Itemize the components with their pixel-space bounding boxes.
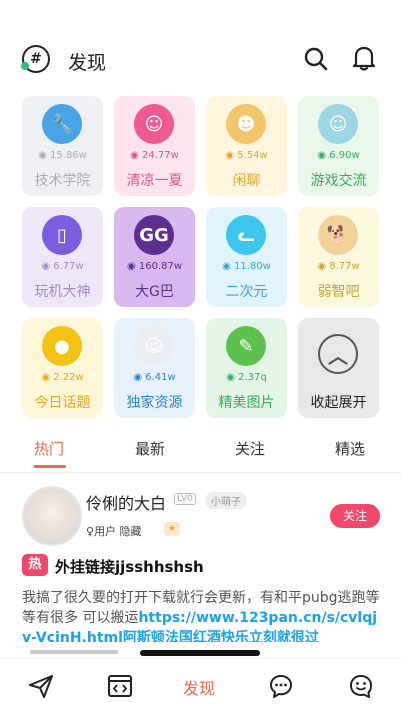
category-name: 独家资源 xyxy=(126,395,183,411)
cat-face-icon: ᓚ xyxy=(226,215,266,255)
wrench-icon: 🔧 xyxy=(42,104,82,144)
follow-button[interactable]: 关注 xyxy=(330,504,380,528)
smile-face-icon[interactable] xyxy=(348,673,374,699)
category-count: ◉ 11.80w xyxy=(222,261,271,272)
category-tile[interactable]: ᓚ ◉ 11.80w 二次元 xyxy=(206,207,287,307)
title-badge: 小萌子 xyxy=(205,492,247,509)
category-tile[interactable]: ✎ ◉ 2.37q 精美图片 xyxy=(206,318,287,418)
category-count: ◉ 8.77w xyxy=(317,261,360,272)
category-tile[interactable]: 🔧 ◉ 15.86w 技术学院 xyxy=(22,96,103,196)
search-icon[interactable] xyxy=(303,46,329,72)
category-name: 大G巴 xyxy=(135,284,174,300)
category-tile[interactable]: ▯ ◉ 6.77w 玩机大神 xyxy=(22,207,103,307)
tab-following[interactable]: 关注 xyxy=(235,438,265,459)
post-title[interactable]: 外挂链接jjsshhshsh xyxy=(55,556,204,577)
category-tile[interactable]: ☺ ◉ 6.41w 独家资源 xyxy=(114,318,195,418)
category-count: ◉ 24.77w xyxy=(130,150,179,161)
category-count: ◉ 2.37q xyxy=(226,372,267,383)
category-tile[interactable]: ☺ ◉ 6.90w 游戏交流 xyxy=(298,96,379,196)
person-topic-icon: ● xyxy=(42,326,82,366)
chat-character-icon: ☻ xyxy=(226,104,266,144)
category-count: ◉ 6.90w xyxy=(317,150,360,161)
category-tile[interactable]: ☻ ◉ 5.54w 闲聊 xyxy=(206,96,287,196)
category-count: ◉ 15.86w xyxy=(38,150,87,161)
level-badge: LV0 xyxy=(174,493,196,505)
post-username[interactable]: 伶俐的大白 xyxy=(86,490,166,514)
category-count: ◉ 160.87w xyxy=(126,261,183,272)
phone-icon: ▯ xyxy=(42,215,82,255)
category-count: ◉ 6.41w xyxy=(133,372,176,383)
category-name: 今日话题 xyxy=(34,395,91,411)
avatar[interactable] xyxy=(22,486,82,546)
code-window-icon[interactable] xyxy=(107,673,133,699)
post-body[interactable]: 我搞了很久要的打开下载就行会更新，有和平pubg逃跑等等有很多 可以搬运http… xyxy=(22,588,382,642)
category-name: 游戏交流 xyxy=(310,173,367,189)
meme-face-icon: ☺ xyxy=(134,326,174,366)
category-name: 清凉一夏 xyxy=(126,173,183,189)
tab-featured[interactable]: 精选 xyxy=(335,438,365,459)
category-count: ◉ 5.54w xyxy=(225,150,268,161)
brush-icon: ✎ xyxy=(226,326,266,366)
girl-avatar-icon: ☺ xyxy=(134,104,174,144)
page-title: 发现 xyxy=(68,52,107,74)
category-name: 收起展开 xyxy=(310,395,367,411)
game-character-icon: ☺ xyxy=(318,104,358,144)
send-icon[interactable] xyxy=(28,673,54,699)
category-tile[interactable]: ☺ ◉ 24.77w 清凉一夏 xyxy=(114,96,195,196)
user-meta: ♀用户 隐藏 xyxy=(86,525,142,538)
category-tile[interactable]: ︿ 收起展开 xyxy=(298,318,379,418)
nav-discover[interactable]: 发现 xyxy=(183,675,215,699)
chat-bubble-icon[interactable] xyxy=(268,673,294,699)
image-thumbnail[interactable] xyxy=(30,650,118,654)
user-icon: ♀ xyxy=(86,525,95,538)
category-tile[interactable]: ● ◉ 2.22w 今日话题 xyxy=(22,318,103,418)
tab-latest[interactable]: 最新 xyxy=(135,438,165,459)
active-tab-indicator xyxy=(34,465,66,468)
category-name: 精美图片 xyxy=(218,395,275,411)
category-tile[interactable]: 🐕 ◉ 8.77w 弱智吧 xyxy=(298,207,379,307)
feed-tabs: 热门 最新 关注 精选 xyxy=(0,432,401,470)
category-name: 二次元 xyxy=(225,284,268,300)
category-name: 闲聊 xyxy=(232,173,261,189)
category-name: 弱智吧 xyxy=(317,284,360,300)
gg-logo-icon: GG xyxy=(134,215,174,255)
bell-icon[interactable] xyxy=(351,44,377,72)
shiba-dog-icon: 🐕 xyxy=(318,215,358,255)
topic-hash-icon: # xyxy=(21,45,50,73)
category-count: ◉ 6.77w xyxy=(41,261,84,272)
top-header: # 发现 xyxy=(0,40,401,80)
category-count: ◉ 2.22w xyxy=(41,372,84,383)
bottom-nav: 发现 xyxy=(0,658,401,713)
category-name: 技术学院 xyxy=(34,173,91,189)
chevron-up-circle-icon: ︿ xyxy=(318,334,358,374)
category-tile[interactable]: GG ◉ 160.87w 大G巴 xyxy=(114,207,195,307)
hot-label: 热 xyxy=(22,554,48,576)
category-name: 玩机大神 xyxy=(34,284,91,300)
star-icon: ★ xyxy=(164,522,180,536)
tab-hot[interactable]: 热门 xyxy=(34,438,64,459)
image-thumbnail[interactable] xyxy=(140,650,260,656)
divider xyxy=(0,472,401,473)
